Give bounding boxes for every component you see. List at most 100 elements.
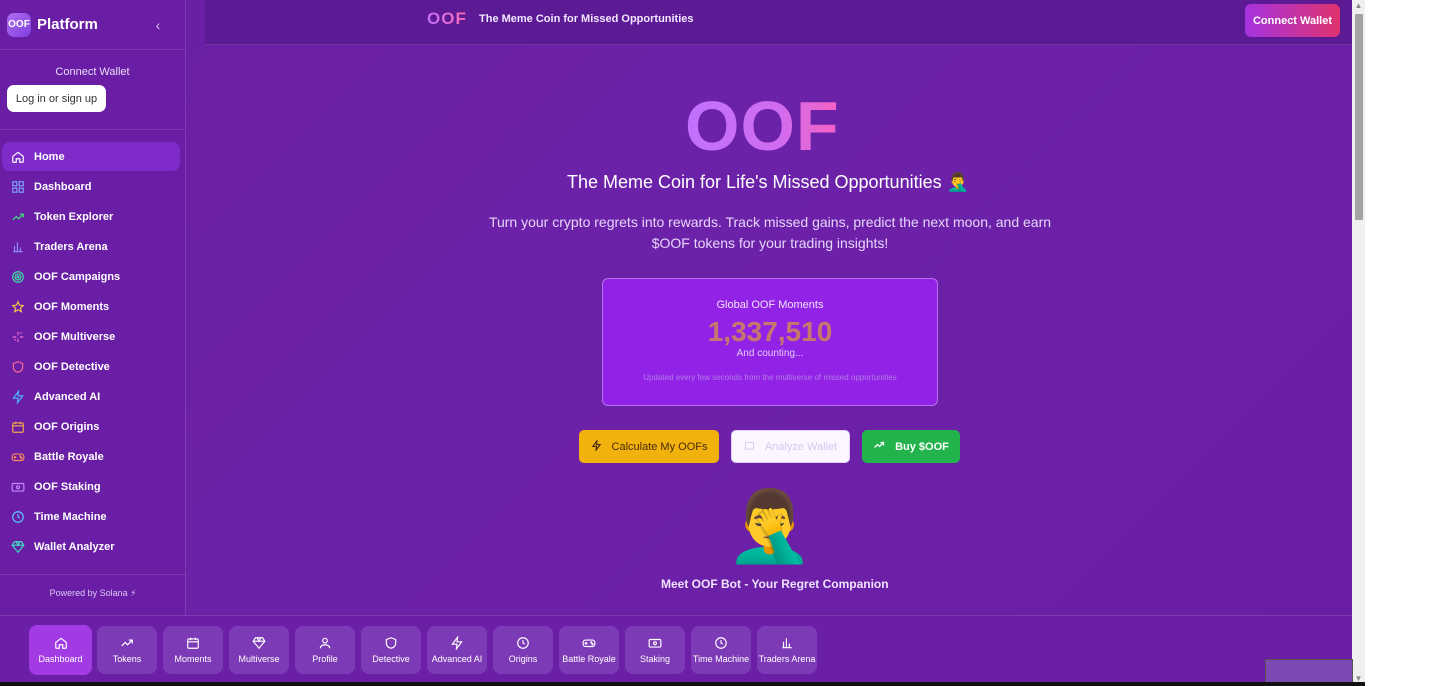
- bottom-nav-label: Staking: [639, 654, 671, 664]
- wallet-icon: [648, 638, 662, 648]
- bottom-nav-traders-arena[interactable]: Traders Arena: [757, 626, 817, 674]
- brand-logo: OOF: [7, 12, 31, 37]
- user-icon: [319, 637, 331, 649]
- sidebar-item-oof-multiverse[interactable]: OOF Multiverse: [2, 322, 180, 352]
- sidebar-item-oof-origins[interactable]: OOF Origins: [2, 412, 180, 442]
- sidebar-item-label: Battle Royale: [34, 451, 104, 463]
- sidebar-item-dashboard[interactable]: Dashboard: [2, 172, 180, 202]
- buy-oof-label: Buy $OOF: [895, 440, 949, 453]
- sidebar-item-label: Time Machine: [34, 511, 107, 523]
- sidebar-item-oof-staking[interactable]: OOF Staking: [2, 472, 180, 502]
- dashboard-icon: [11, 180, 25, 194]
- sidebar-item-oof-moments[interactable]: OOF Moments: [2, 292, 180, 322]
- top-bar: OOF The Meme Coin for Missed Opportuniti…: [205, 0, 1352, 45]
- sidebar-item-time-machine[interactable]: Time Machine: [2, 502, 180, 532]
- sidebar-item-label: Wallet Analyzer: [34, 541, 115, 553]
- bottom-nav-dashboard[interactable]: Dashboard: [29, 625, 92, 675]
- top-logo[interactable]: OOF: [427, 9, 467, 29]
- target-icon: [11, 270, 25, 284]
- sidebar-item-label: OOF Detective: [34, 361, 110, 373]
- sidebar-item-oof-campaigns[interactable]: OOF Campaigns: [2, 262, 180, 292]
- sidebar-item-oof-detective[interactable]: OOF Detective: [2, 352, 180, 382]
- scroll-up-arrow-icon[interactable]: ▲: [1352, 0, 1365, 12]
- global-counter-card: Global OOF Moments 1,337,510 And countin…: [602, 278, 938, 406]
- bottom-nav-label: Origins: [508, 654, 538, 664]
- zap-icon: [591, 438, 602, 454]
- bottom-nav: Dashboard Tokens Moments Multiverse Prof…: [0, 615, 1352, 686]
- star-icon: [11, 300, 25, 314]
- buy-oof-button[interactable]: Buy $OOF: [862, 430, 960, 463]
- oof-bot-label: Meet OOF Bot - Your Regret Companion: [661, 577, 889, 591]
- login-button[interactable]: Log in or sign up: [7, 85, 106, 112]
- connect-wallet-button[interactable]: Connect Wallet: [1245, 4, 1340, 37]
- calendar-icon: [11, 420, 25, 434]
- calculate-oofs-label: Calculate My OOFs: [611, 440, 708, 453]
- bottom-nav-label: Profile: [312, 654, 338, 664]
- sidebar-item-advanced-ai[interactable]: Advanced AI: [2, 382, 180, 412]
- sidebar-nav: Home Dashboard Token Explorer Traders Ar…: [0, 130, 185, 562]
- zap-icon: [451, 636, 463, 650]
- trending-up-icon: [11, 210, 25, 224]
- bottom-nav-tokens[interactable]: Tokens: [97, 626, 157, 674]
- gem-icon: [11, 540, 25, 554]
- bottom-nav-label: Battle Royale: [562, 654, 616, 664]
- bottom-nav-label: Tokens: [112, 654, 142, 664]
- facepalm-icon: 🤦‍♂️: [946, 172, 970, 192]
- sidebar-item-label: Traders Arena: [34, 241, 108, 253]
- wallet-icon: [744, 440, 755, 454]
- gamepad-icon: [582, 639, 596, 648]
- sidebar-item-wallet-analyzer[interactable]: Wallet Analyzer: [2, 532, 180, 562]
- bar-chart-icon: [11, 240, 25, 254]
- zap-icon: [11, 390, 25, 404]
- bottom-nav-label: Moments: [174, 654, 212, 664]
- wallet-section-title: Connect Wallet: [55, 66, 130, 78]
- bottom-nav-advanced-ai[interactable]: Advanced AI: [427, 626, 487, 674]
- bottom-nav-staking[interactable]: Staking: [625, 626, 685, 674]
- sidebar-item-label: Dashboard: [34, 181, 92, 193]
- app-window: OOF Platform ‹ Connect Wallet Log in or …: [0, 0, 1352, 686]
- sidebar-item-label: OOF Origins: [34, 421, 100, 433]
- bottom-nav-label: Traders Arena: [758, 654, 816, 664]
- trending-up-icon: [121, 639, 133, 647]
- sidebar: OOF Platform ‹ Connect Wallet Log in or …: [0, 0, 186, 615]
- top-tagline: The Meme Coin for Missed Opportunities: [479, 13, 694, 25]
- page-scrollbar[interactable]: ▲ ▼: [1352, 0, 1365, 686]
- calculate-oofs-button[interactable]: Calculate My OOFs: [579, 430, 719, 463]
- sparkles-icon: [11, 330, 25, 344]
- sidebar-item-label: OOF Staking: [34, 481, 101, 493]
- sidebar-item-label: OOF Moments: [34, 301, 110, 313]
- window-bottom-edge: [0, 682, 1365, 686]
- bottom-nav-time-machine[interactable]: Time Machine: [691, 626, 751, 674]
- trending-up-icon: [873, 439, 885, 454]
- hero-description: Turn your crypto regrets into rewards. T…: [488, 214, 1052, 251]
- home-icon: [11, 150, 25, 164]
- sidebar-item-token-explorer[interactable]: Token Explorer: [2, 202, 180, 232]
- analyze-wallet-button[interactable]: Analyze Wallet: [731, 430, 850, 463]
- bottom-nav-battle-royale[interactable]: Battle Royale: [559, 626, 619, 674]
- sidebar-item-label: OOF Campaigns: [34, 271, 121, 283]
- counter-label: Global OOF Moments: [716, 299, 824, 311]
- wallet-section: Connect Wallet Log in or sign up: [0, 50, 185, 130]
- bar-chart-icon: [782, 638, 792, 649]
- collapse-sidebar-button[interactable]: ‹: [152, 17, 164, 33]
- shield-icon: [385, 637, 397, 649]
- sidebar-item-home[interactable]: Home: [2, 142, 180, 171]
- bottom-nav-detective[interactable]: Detective: [361, 626, 421, 674]
- sidebar-item-label: Token Explorer: [34, 211, 114, 223]
- gem-icon: [252, 637, 266, 650]
- bottom-nav-label: Multiverse: [238, 654, 280, 664]
- oof-bot-avatar-icon[interactable]: 🤦‍♂️: [726, 486, 813, 566]
- bottom-nav-moments[interactable]: Moments: [163, 626, 223, 674]
- bottom-nav-origins[interactable]: Origins: [493, 626, 553, 674]
- hero-title: OOF: [685, 86, 855, 166]
- counter-value: 1,337,510: [707, 316, 833, 347]
- bottom-nav-label: Time Machine: [692, 654, 750, 664]
- sidebar-item-battle-royale[interactable]: Battle Royale: [2, 442, 180, 472]
- bottom-nav-multiverse[interactable]: Multiverse: [229, 626, 289, 674]
- bottom-nav-profile[interactable]: Profile: [295, 626, 355, 674]
- sidebar-item-traders-arena[interactable]: Traders Arena: [2, 232, 180, 262]
- home-icon: [54, 637, 67, 649]
- counter-note: Updated every few seconds from the multi…: [643, 373, 897, 382]
- powered-by-text: Powered by Solana ⚡: [0, 574, 186, 615]
- scroll-thumb[interactable]: [1355, 14, 1363, 220]
